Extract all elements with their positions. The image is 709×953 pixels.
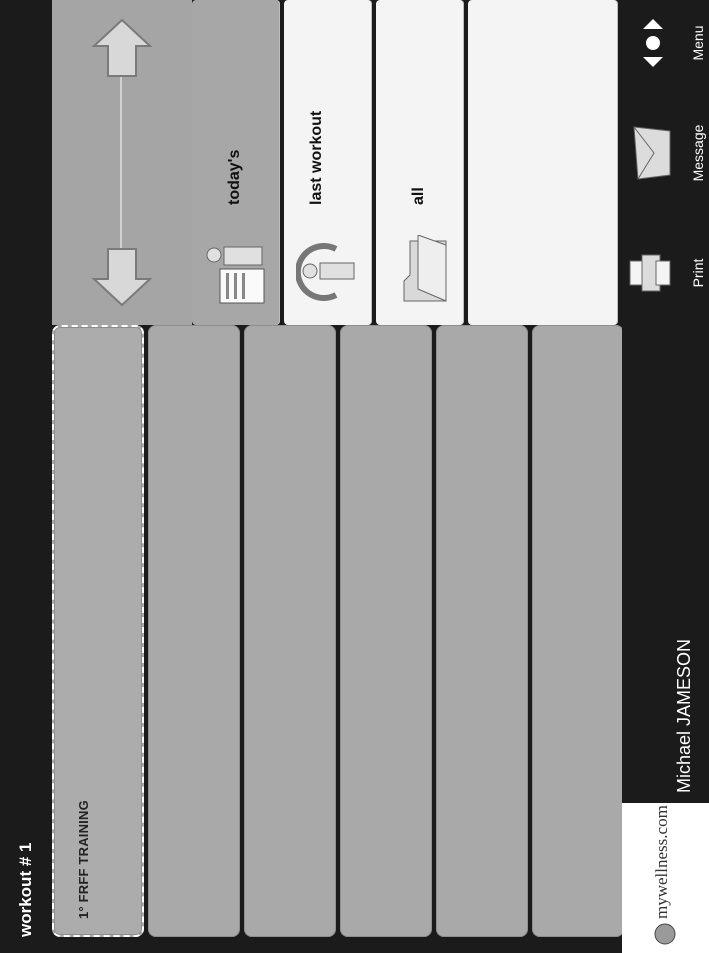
- previous-arrow-icon[interactable]: [90, 245, 154, 309]
- bottom-toolbar: mywellness.com Michael JAMESON Print Mes…: [622, 0, 709, 953]
- title-bar: workout # 1: [0, 0, 52, 953]
- workout-slot-2[interactable]: [148, 325, 240, 937]
- brand-name: mywellness.com: [652, 805, 671, 919]
- workout-slot-label: 1° FRFF TRAINING: [76, 800, 91, 919]
- menu-arrows-icon: [643, 19, 663, 67]
- brand-logo: mywellness.com: [622, 803, 709, 953]
- print-label: Print: [690, 258, 706, 288]
- printer-icon: [629, 254, 671, 292]
- tab-todays[interactable]: today's: [192, 0, 280, 325]
- tab-all-label: all: [410, 187, 427, 205]
- tab-last-workout[interactable]: last workout: [284, 0, 372, 325]
- folder-icon: [390, 234, 455, 305]
- tab-empty-panel: [468, 0, 618, 325]
- menu-label: Menu: [690, 25, 706, 61]
- clipboard-person-icon: [204, 235, 273, 305]
- workout-slots: 1° FRFF TRAINING: [52, 325, 628, 937]
- workout-slot-4[interactable]: [340, 325, 432, 937]
- page-title: workout # 1: [16, 842, 35, 937]
- app-screen: workout # 1 1° FRFF TRAINING today's las…: [0, 0, 709, 953]
- workout-tabs: today's last workout all: [192, 0, 622, 325]
- workout-slot-6[interactable]: [532, 325, 624, 937]
- person-history-icon: [294, 235, 365, 305]
- message-label: Message: [690, 124, 706, 182]
- tab-todays-label: today's: [226, 149, 243, 205]
- menu-button[interactable]: Menu: [628, 3, 706, 83]
- print-button[interactable]: Print: [628, 233, 706, 313]
- workout-slot-3[interactable]: [244, 325, 336, 937]
- navigation-arrows: [52, 0, 192, 325]
- tab-all[interactable]: all: [376, 0, 464, 325]
- globe-icon: [654, 923, 676, 945]
- user-name: Michael JAMESON: [674, 638, 694, 793]
- message-button[interactable]: Message: [628, 113, 706, 193]
- next-arrow-icon[interactable]: [90, 16, 154, 80]
- envelope-icon: [633, 126, 671, 180]
- workout-slot-5[interactable]: [436, 325, 528, 937]
- workout-slot-1[interactable]: 1° FRFF TRAINING: [52, 325, 144, 937]
- tab-last-workout-label: last workout: [308, 110, 325, 205]
